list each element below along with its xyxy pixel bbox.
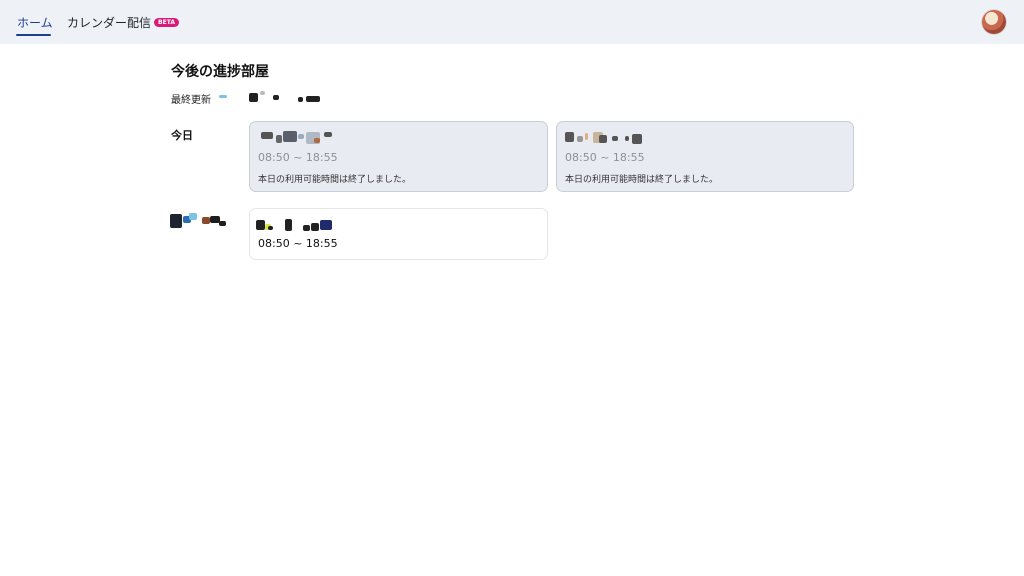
day-label-today: 今日	[171, 129, 193, 142]
room-card[interactable]: 08:50 ~ 18:55	[249, 208, 548, 260]
room-status-note: 本日の利用可能時間は終了しました。	[258, 175, 412, 185]
last-updated-label: 最終更新	[171, 95, 211, 106]
room-card[interactable]: 08:50 ~ 18:55 本日の利用可能時間は終了しました。	[556, 121, 854, 192]
room-status-note: 本日の利用可能時間は終了しました。	[565, 175, 719, 185]
tab-calendar-feed[interactable]: カレンダー配信 BETA	[67, 0, 179, 44]
top-nav-bar: ホーム カレンダー配信 BETA	[0, 0, 1024, 44]
beta-badge: BETA	[154, 17, 179, 27]
room-card[interactable]: 08:50 ~ 18:55 本日の利用可能時間は終了しました。	[249, 121, 548, 192]
room-time: 08:50 ~ 18:55	[258, 237, 338, 250]
room-time: 08:50 ~ 18:55	[258, 151, 338, 164]
room-time: 08:50 ~ 18:55	[565, 151, 645, 164]
tab-home[interactable]: ホーム	[17, 0, 53, 44]
page-title: 今後の進捗部屋	[171, 64, 269, 80]
tab-calendar-feed-label: カレンダー配信	[67, 15, 152, 30]
user-avatar-icon[interactable]	[982, 10, 1006, 34]
active-tab-indicator	[16, 34, 51, 36]
tab-home-label: ホーム	[17, 15, 53, 30]
